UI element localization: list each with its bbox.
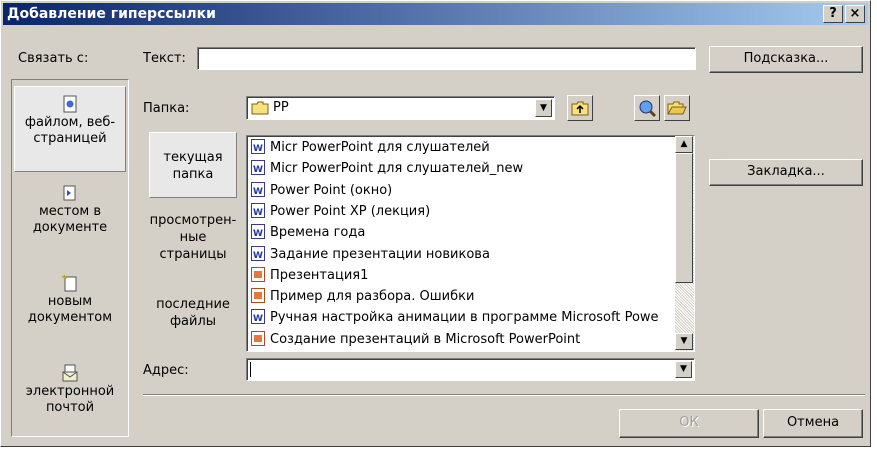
link-to-label: Связать с: <box>18 51 89 66</box>
open-folder-icon <box>667 101 687 115</box>
scroll-up-button[interactable]: ▲ <box>675 136 693 153</box>
address-input[interactable]: ▼ <box>246 358 695 381</box>
link-to-document-place[interactable]: местом в документе <box>14 184 126 254</box>
text-label: Текст: <box>143 51 186 66</box>
look-in-recent-files[interactable]: последние файлы <box>149 296 237 346</box>
link-to-new-document-label: новым документом <box>27 294 113 325</box>
link-to-document-place-label: местом в документе <box>32 204 108 235</box>
look-in-current-folder[interactable]: текущая папка <box>149 132 237 198</box>
help-button[interactable]: ? <box>823 5 843 23</box>
look-in-current-folder-label: текущая папка <box>163 150 223 182</box>
file-item[interactable]: Времена года <box>251 222 671 243</box>
link-to-new-document[interactable]: новым документом <box>14 274 126 344</box>
word-file-icon <box>251 202 265 222</box>
file-name: Power Point XP (лекция) <box>270 203 431 219</box>
browse-web-button[interactable] <box>634 95 660 121</box>
ok-button[interactable]: ОК <box>619 409 759 438</box>
document-place-icon <box>63 185 76 201</box>
email-icon <box>62 364 78 382</box>
file-item[interactable]: Micr PowerPoint для слушателей <box>251 137 671 158</box>
file-name: Ручная настройка анимации в программе Mi… <box>270 310 659 326</box>
bookmark-button[interactable]: Закладка... <box>709 159 863 186</box>
link-to-web-page-label: файлом, веб-страницей <box>24 115 116 146</box>
file-item[interactable]: Презентация1 <box>251 265 671 286</box>
scroll-thumb[interactable] <box>675 153 693 283</box>
file-name: Micr PowerPoint для слушателей <box>270 140 490 155</box>
scroll-down-button[interactable]: ▼ <box>675 333 693 350</box>
screentip-button[interactable]: Подсказка... <box>709 46 863 73</box>
file-item[interactable]: Ручная настройка анимации в программе Mi… <box>251 307 671 328</box>
file-list-scrollbar[interactable]: ▲ ▼ <box>675 136 694 351</box>
address-dropdown-arrow[interactable]: ▼ <box>675 361 692 378</box>
file-item[interactable]: Создание презентаций в Microsoft PowerPo… <box>251 329 671 350</box>
file-name: Презентация1 <box>270 267 369 283</box>
file-item[interactable]: Power Point XP (лекция) <box>251 201 671 222</box>
hyperlink-dialog: Добавление гиперссылки ? × Связать с: фа… <box>0 0 871 447</box>
file-name: Времена года <box>270 225 366 241</box>
dialog-title: Добавление гиперссылки <box>7 6 216 22</box>
text-input[interactable] <box>197 47 696 70</box>
look-in-bar: текущая папка просмотрен-ные страницы по… <box>147 132 243 350</box>
bottom-separator <box>143 394 865 396</box>
file-name: Создание презентаций в Microsoft PowerPo… <box>270 331 581 347</box>
folder-dropdown-arrow[interactable]: ▼ <box>535 99 552 117</box>
text-cursor <box>250 362 251 377</box>
file-name: Задание презентации новикова <box>270 246 490 262</box>
link-to-bar: файлом, веб-страницей местом в документе… <box>11 79 129 437</box>
close-button[interactable]: × <box>845 5 865 23</box>
file-name: Power Point (окно) <box>270 182 393 198</box>
new-document-icon <box>62 274 77 292</box>
file-list[interactable]: Micr PowerPoint для слушателей Micr Power… <box>246 135 695 352</box>
web-page-icon <box>63 95 77 113</box>
word-file-icon <box>251 160 265 179</box>
browse-web-icon <box>639 100 657 118</box>
powerpoint-file-icon <box>251 288 265 304</box>
folder-icon <box>251 101 269 115</box>
word-file-icon <box>251 139 265 158</box>
up-folder-icon <box>571 101 589 116</box>
word-file-icon <box>251 245 265 265</box>
look-in-recent-files-label: последние файлы <box>156 297 230 329</box>
link-to-web-page[interactable]: файлом, веб-страницей <box>14 86 126 172</box>
file-name: Пример для разбора. Ошибки <box>270 289 475 305</box>
file-item[interactable]: Micr PowerPoint для слушателей_new <box>251 158 671 179</box>
browse-file-button[interactable] <box>664 95 690 121</box>
cancel-button[interactable]: Отмена <box>763 409 863 438</box>
folder-value: PP <box>273 100 289 115</box>
look-in-browsed-pages[interactable]: просмотрен-ные страницы <box>149 212 237 274</box>
address-label: Адрес: <box>143 363 189 378</box>
file-item[interactable]: Power Point (окно) <box>251 180 671 201</box>
file-item[interactable]: Пример для разбора. Ошибки <box>251 286 671 307</box>
look-in-browsed-pages-label: просмотрен-ные страницы <box>149 213 237 262</box>
word-file-icon <box>251 224 265 243</box>
link-to-email[interactable]: электронной почтой <box>14 364 126 434</box>
file-item[interactable]: Задание презентации новикова <box>251 244 671 265</box>
link-to-email-label: электронной почтой <box>25 384 115 415</box>
folder-label: Папка: <box>143 101 190 116</box>
powerpoint-file-icon <box>251 266 265 282</box>
up-one-folder-button[interactable] <box>567 95 593 121</box>
word-file-icon <box>251 181 265 201</box>
file-name: Micr PowerPoint для слушателей_new <box>270 161 524 177</box>
title-bar: Добавление гиперссылки <box>3 3 868 25</box>
powerpoint-file-icon <box>251 330 265 346</box>
word-file-icon <box>251 309 265 328</box>
folder-select[interactable]: PP ▼ <box>246 96 555 120</box>
